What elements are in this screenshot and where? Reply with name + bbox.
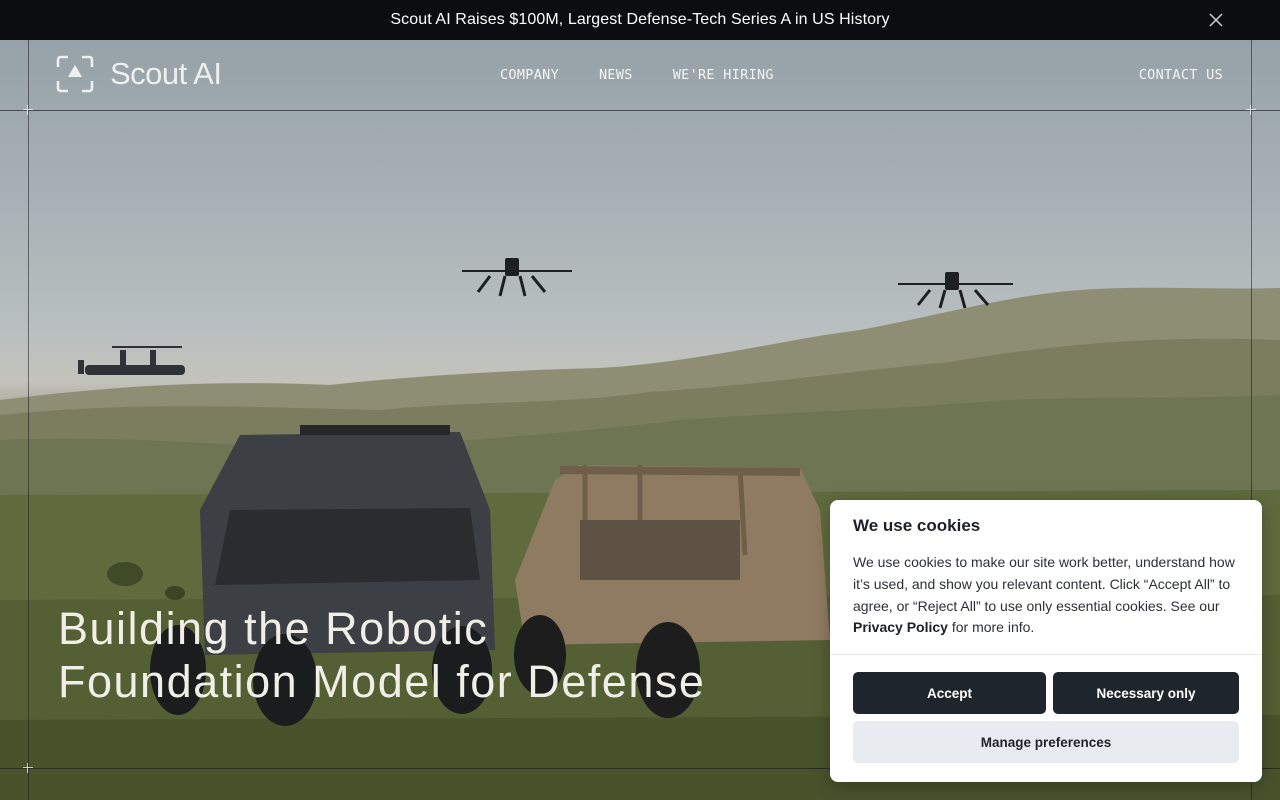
frame-line-top	[0, 110, 1280, 111]
frame-line-left	[28, 0, 29, 800]
announcement-text[interactable]: Scout AI Raises $100M, Largest Defense-T…	[390, 11, 889, 29]
privacy-policy-link[interactable]: Privacy Policy	[853, 619, 948, 635]
logo-link[interactable]: Scout AI	[56, 55, 222, 93]
close-icon[interactable]	[1208, 12, 1224, 28]
accept-button[interactable]: Accept	[853, 672, 1046, 714]
hero-headline-line2: Foundation Model for Defense	[58, 656, 706, 707]
cookie-body-text-end: for more info.	[947, 619, 1035, 636]
cookie-title: We use cookies	[853, 516, 981, 535]
nav-link-company[interactable]: COMPANY	[500, 67, 559, 83]
cookie-body: We use cookies to make our site work bet…	[853, 552, 1245, 639]
cookie-divider	[830, 654, 1262, 655]
logo-text: Scout AI	[110, 56, 222, 91]
manage-preferences-button[interactable]: Manage preferences	[853, 721, 1239, 763]
scout-logo-icon	[56, 55, 94, 93]
cookie-body-text: We use cookies to make our site work bet…	[853, 554, 1235, 614]
hero-headline: Building the Robotic Foundation Model fo…	[58, 602, 705, 708]
nav-link-news[interactable]: NEWS	[599, 67, 633, 83]
nav-links: COMPANY NEWS WE'RE HIRING	[500, 67, 774, 83]
nav-link-hiring[interactable]: WE'RE HIRING	[673, 67, 774, 83]
cookie-dialog: We use cookies We use cookies to make ou…	[830, 500, 1262, 782]
announcement-bar: Scout AI Raises $100M, Largest Defense-T…	[0, 0, 1280, 40]
hero-headline-line1: Building the Robotic	[58, 603, 489, 654]
frame-crosshair-bottom-left	[23, 763, 33, 773]
necessary-only-button[interactable]: Necessary only	[1053, 672, 1239, 714]
top-nav: Scout AI COMPANY NEWS WE'RE HIRING CONTA…	[0, 40, 1280, 110]
contact-us-link[interactable]: CONTACT US	[1139, 67, 1223, 83]
